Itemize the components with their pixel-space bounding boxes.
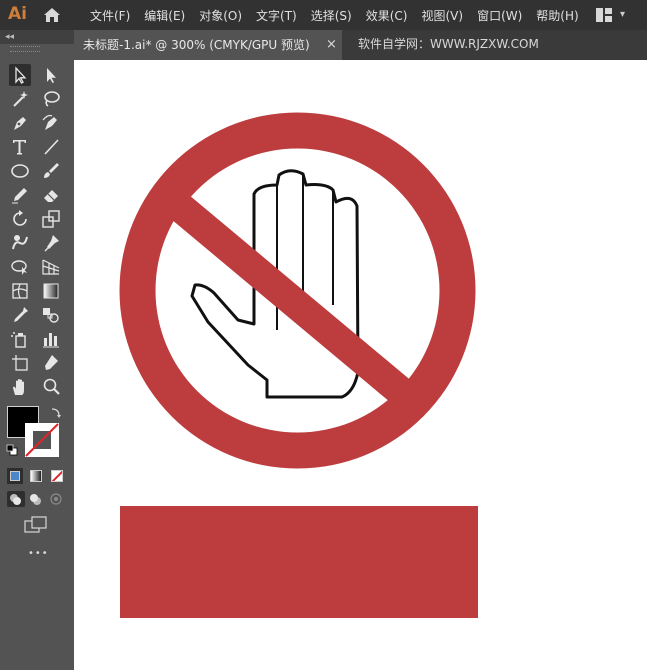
screen-mode-icon[interactable] (24, 516, 48, 534)
hand-tool-icon[interactable] (9, 376, 31, 398)
document-tab-bar: 未标题-1.ai* @ 300% (CMYK/GPU 预览) × 软件自学网：W… (74, 30, 647, 60)
zoom-tool-icon[interactable] (40, 376, 62, 398)
menu-bar: Ai 文件(F) 编辑(E) 对象(O) 文字(T) 选择(S) 效果(C) 视… (0, 0, 647, 30)
tools-panel: ◂◂ ••• (0, 30, 74, 670)
ellipse-tool-icon[interactable] (9, 160, 31, 182)
draw-normal-button[interactable] (7, 491, 25, 507)
blend-tool-icon[interactable] (40, 304, 62, 326)
menu-edit[interactable]: 编辑(E) (144, 7, 185, 24)
workspace-switcher-icon[interactable] (596, 8, 612, 22)
shape-builder-tool-icon[interactable] (9, 256, 31, 278)
more-tools-icon[interactable]: ••• (28, 548, 49, 559)
gradient-tool-icon[interactable] (40, 280, 62, 302)
stroke-swatch[interactable] (25, 423, 59, 457)
paintbrush-tool-icon[interactable] (40, 160, 62, 182)
close-icon[interactable]: × (326, 30, 337, 60)
perspective-grid-tool-icon[interactable] (40, 256, 62, 278)
menu-object[interactable]: 对象(O) (199, 7, 242, 24)
draw-inside-button[interactable] (47, 491, 65, 507)
main-menu: 文件(F) 编辑(E) 对象(O) 文字(T) 选择(S) 效果(C) 视图(V… (90, 0, 593, 30)
default-colors-icon[interactable] (6, 444, 18, 456)
panel-grip[interactable] (10, 46, 40, 52)
chevron-down-icon[interactable]: ▾ (620, 9, 625, 20)
watermark-text: 软件自学网：WWW.RJZXW.COM (358, 37, 539, 51)
menu-help[interactable]: 帮助(H) (536, 7, 578, 24)
slice-tool-icon[interactable] (40, 352, 62, 374)
collapse-panel-icon[interactable]: ◂◂ (5, 30, 14, 44)
symbol-sprayer-tool-icon[interactable] (9, 328, 31, 350)
lasso-tool-icon[interactable] (40, 88, 62, 110)
document-tab[interactable]: 未标题-1.ai* @ 300% (CMYK/GPU 预览) (74, 30, 342, 60)
draw-behind-button[interactable] (27, 491, 45, 507)
home-icon[interactable] (43, 7, 61, 23)
scale-tool-icon[interactable] (40, 208, 62, 230)
eraser-tool-icon[interactable] (40, 184, 62, 206)
puppet-warp-tool-icon[interactable] (40, 232, 62, 254)
none-mode-button[interactable] (49, 468, 65, 484)
menu-window[interactable]: 窗口(W) (477, 7, 522, 24)
selection-tool-icon[interactable] (9, 64, 31, 86)
eyedropper-tool-icon[interactable] (9, 304, 31, 326)
column-graph-tool-icon[interactable] (40, 328, 62, 350)
color-mode-button[interactable] (7, 468, 23, 484)
magic-wand-tool-icon[interactable] (9, 88, 31, 110)
menu-view[interactable]: 视图(V) (421, 7, 463, 24)
app-logo: Ai (8, 4, 27, 24)
type-tool-icon[interactable] (9, 136, 31, 158)
menu-file[interactable]: 文件(F) (90, 7, 130, 24)
artboard-canvas[interactable] (74, 60, 647, 670)
mesh-tool-icon[interactable] (9, 280, 31, 302)
direct-selection-tool-icon[interactable] (40, 64, 62, 86)
artboard-tool-icon[interactable] (9, 352, 31, 374)
curvature-tool-icon[interactable] (40, 112, 62, 134)
menu-effect[interactable]: 效果(C) (366, 7, 408, 24)
red-rectangle[interactable] (120, 506, 478, 618)
line-tool-icon[interactable] (40, 136, 62, 158)
menu-select[interactable]: 选择(S) (311, 7, 352, 24)
prohibition-sign[interactable] (74, 60, 647, 490)
gradient-mode-button[interactable] (28, 468, 44, 484)
rotate-tool-icon[interactable] (9, 208, 31, 230)
pen-tool-icon[interactable] (9, 112, 31, 134)
swap-fill-stroke-icon[interactable] (49, 406, 63, 420)
pencil-tool-icon[interactable] (9, 184, 31, 206)
menu-type[interactable]: 文字(T) (256, 7, 297, 24)
tools-panel-header: ◂◂ (0, 30, 74, 44)
document-tab-title: 未标题-1.ai* @ 300% (CMYK/GPU 预览) (83, 38, 310, 52)
warp-tool-icon[interactable] (9, 232, 31, 254)
